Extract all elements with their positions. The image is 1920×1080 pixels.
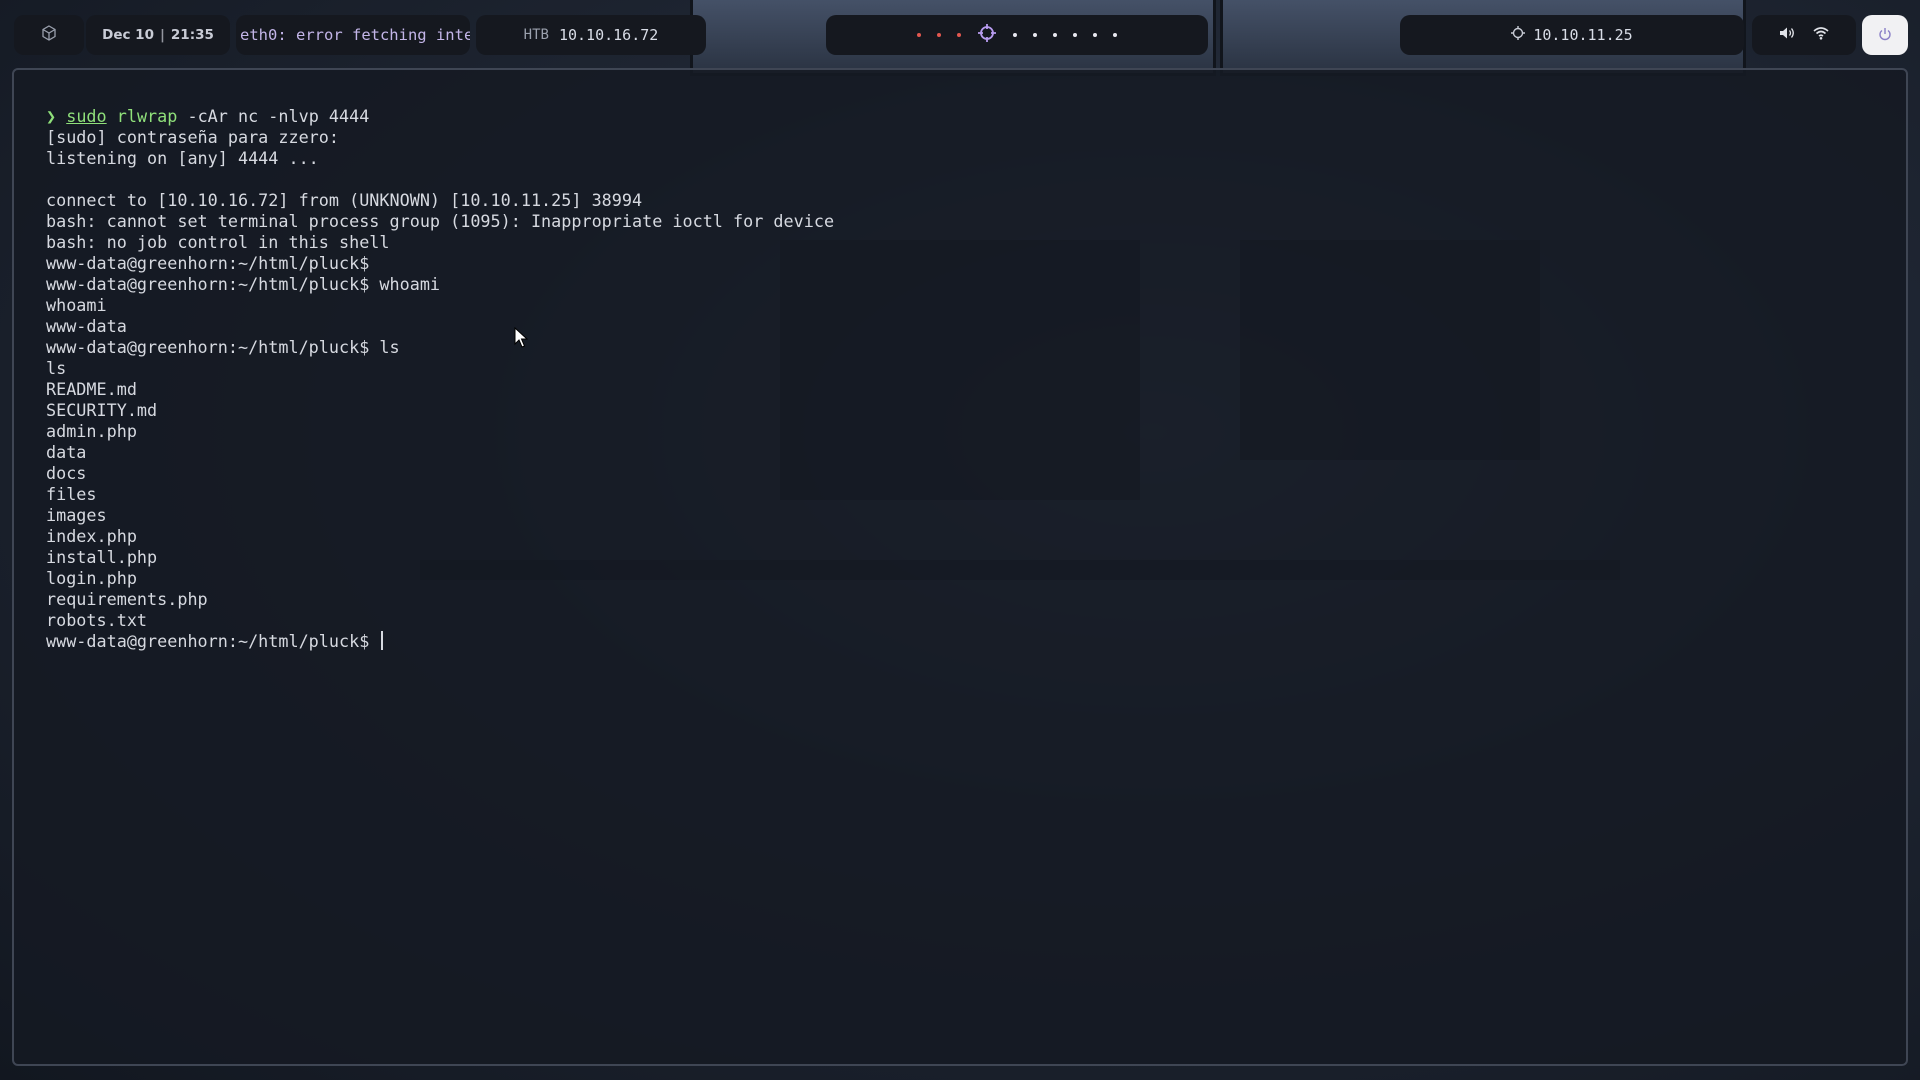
time-text: 21:35 (170, 27, 214, 43)
terminal-line: bash: no job control in this shell (46, 232, 390, 252)
terminal-line: index.php (46, 526, 137, 546)
clock: Dec 10 | 21:35 (86, 15, 230, 55)
terminal-line: docs (46, 463, 87, 483)
workspace-dot[interactable] (1033, 33, 1037, 37)
terminal-line: whoami (46, 295, 107, 315)
terminal-output: [sudo] contraseña para zzero: listening o… (46, 127, 1906, 631)
vpn-ip: 10.10.16.72 (558, 26, 659, 44)
vpn-indicator: HTB 10.10.16.72 (476, 15, 706, 55)
target-ip: 10.10.11.25 (1533, 26, 1633, 44)
terminal-line: files (46, 484, 97, 504)
workspace-dot[interactable] (1093, 33, 1097, 37)
date-text: Dec 10 (102, 27, 154, 43)
terminal-line: bash: cannot set terminal process group … (46, 211, 835, 231)
command-args: -cAr nc -nlvp 4444 (177, 106, 370, 126)
workspace-dot[interactable] (917, 33, 921, 37)
terminal-line: README.md (46, 379, 137, 399)
workspace-dot[interactable] (1013, 33, 1017, 37)
terminal-line: www-data (46, 316, 127, 336)
terminal-window[interactable]: ❯ sudo rlwrap -cAr nc -nlvp 4444 [sudo] … (12, 68, 1908, 1066)
launcher-button[interactable] (14, 15, 84, 55)
network-status: eth0: error fetching inter (236, 15, 470, 55)
terminal-line: [sudo] contraseña para zzero: (46, 127, 339, 147)
workspace-dot[interactable] (1053, 33, 1057, 37)
date-separator: | (159, 27, 165, 43)
volume-icon[interactable] (1779, 26, 1795, 44)
terminal-line: www-data@greenhorn:~/html/pluck$ whoami (46, 274, 441, 294)
target-indicator: 10.10.11.25 (1400, 15, 1744, 55)
mouse-pointer-icon (514, 326, 529, 349)
command-sudo: sudo (66, 106, 107, 126)
workspace-dot[interactable] (1113, 33, 1117, 37)
text-cursor (381, 631, 384, 650)
wifi-icon[interactable] (1813, 26, 1829, 44)
power-icon (1878, 26, 1892, 45)
terminal-line: install.php (46, 547, 158, 567)
vpn-label: HTB (523, 27, 549, 43)
terminal-line: robots.txt (46, 610, 148, 630)
top-bar: Dec 10 | 21:35 eth0: error fetching inte… (0, 0, 1920, 68)
terminal-line: login.php (46, 568, 137, 588)
power-button[interactable] (1862, 15, 1908, 55)
workspace-switcher (826, 15, 1208, 55)
prompt-arrow: ❯ (46, 106, 57, 126)
workspace-dot[interactable] (957, 33, 961, 37)
terminal-line: requirements.php (46, 589, 208, 609)
system-tray (1752, 15, 1856, 55)
terminal-line: admin.php (46, 421, 137, 441)
terminal-line: listening on [any] 4444 ... (46, 148, 319, 168)
crosshair-icon[interactable] (977, 23, 997, 47)
command-line: ❯ sudo rlwrap -cAr nc -nlvp 4444 (46, 106, 1906, 127)
terminal-line: data (46, 442, 87, 462)
workspace-dot[interactable] (1073, 33, 1077, 37)
terminal-line: images (46, 505, 107, 525)
terminal-line: connect to [10.10.16.72] from (UNKNOWN) … (46, 190, 643, 210)
command-program: rlwrap (116, 106, 178, 126)
target-icon (1511, 26, 1526, 44)
network-status-text: eth0: error fetching inter (240, 26, 470, 44)
current-prompt-line[interactable]: www-data@greenhorn:~/html/pluck$ (46, 631, 1906, 652)
cube-icon (41, 25, 57, 45)
current-prompt: www-data@greenhorn:~/html/pluck$ (46, 631, 380, 651)
terminal-line: ls (46, 358, 67, 378)
workspace-dot[interactable] (937, 33, 941, 37)
terminal-line: www-data@greenhorn:~/html/pluck$ (46, 253, 370, 273)
terminal-line: www-data@greenhorn:~/html/pluck$ ls (46, 337, 400, 357)
terminal-line: SECURITY.md (46, 400, 158, 420)
